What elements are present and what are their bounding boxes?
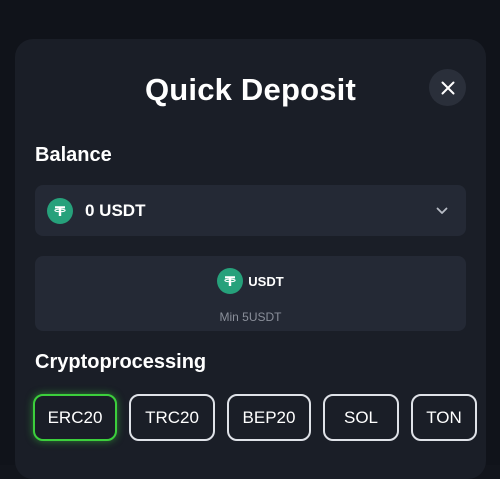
balance-select[interactable]: 0 USDT <box>35 185 466 236</box>
network-button-erc20[interactable]: ERC20 <box>33 394 117 441</box>
network-button-ton[interactable]: TON <box>411 394 477 441</box>
modal-title: Quick Deposit <box>144 72 357 107</box>
chevron-down-icon <box>436 207 448 215</box>
network-button-sol[interactable]: SOL <box>323 394 399 441</box>
quick-deposit-modal: Quick Deposit Balance 0 USDT USDT Min 5U… <box>15 39 486 479</box>
cryptoprocessing-label: Cryptoprocessing <box>35 351 207 373</box>
network-button-bep20[interactable]: BEP20 <box>227 394 311 441</box>
close-button[interactable] <box>429 69 466 106</box>
network-selector: ERC20 TRC20 BEP20 SOL TON <box>33 394 477 441</box>
close-icon <box>441 81 454 94</box>
tether-icon <box>47 197 73 224</box>
network-button-trc20[interactable]: TRC20 <box>129 394 215 441</box>
currency-card[interactable]: USDT Min 5USDT <box>35 256 466 331</box>
currency-min-amount: Min 5USDT <box>219 310 282 324</box>
currency-header: USDT <box>35 268 466 294</box>
currency-name: USDT <box>248 273 284 289</box>
balance-value: 0 USDT <box>85 200 146 220</box>
balance-label: Balance <box>35 144 112 166</box>
tether-icon <box>217 268 244 294</box>
